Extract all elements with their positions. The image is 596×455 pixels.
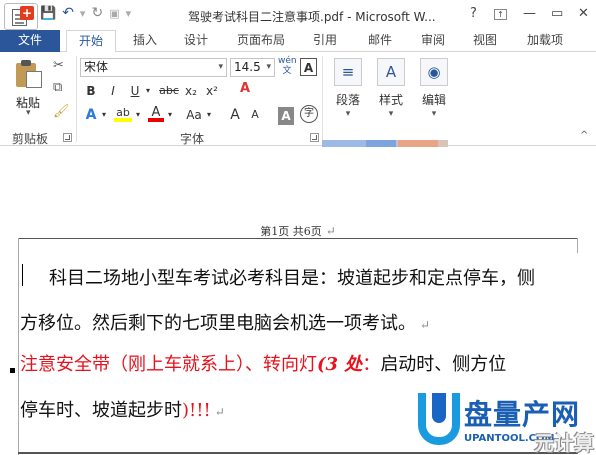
paragraph-label: 段落 bbox=[335, 93, 360, 107]
format-painter-icon[interactable]: 🖌 bbox=[53, 104, 70, 119]
paragraph-icon: ≡ bbox=[334, 58, 362, 86]
tab-home[interactable]: 开始 bbox=[66, 30, 116, 53]
font-name-value: 宋体 bbox=[84, 60, 109, 74]
group-divider bbox=[76, 56, 77, 142]
font-name-select[interactable]: 宋体 ▾ bbox=[80, 58, 227, 77]
paragraph-line-3: 注意安全带（刚上车就系上）、转向灯(3 处：启动时、侧方位 bbox=[20, 354, 507, 375]
binoculars-icon: ◉ bbox=[420, 58, 448, 86]
editing-label: 编辑 bbox=[421, 93, 446, 107]
ribbon-tabs: 文件 开始 插入 设计 页面布局 引用 邮件 审阅 视图 加载项 bbox=[0, 30, 596, 53]
page-header: 第1页 共6页 ↵ bbox=[260, 224, 336, 238]
tab-references[interactable]: 引用 bbox=[303, 30, 347, 52]
superscript-button[interactable]: x² bbox=[204, 82, 220, 100]
clipboard-launcher-icon[interactable] bbox=[63, 133, 72, 142]
tab-view[interactable]: 视图 bbox=[463, 30, 507, 52]
font-size-value: 14.5 bbox=[234, 60, 261, 74]
styles-label: 样式 bbox=[378, 93, 403, 107]
paste-icon bbox=[14, 59, 44, 89]
minimize-icon[interactable]: — bbox=[523, 6, 536, 21]
restore-icon[interactable]: ▭ bbox=[551, 6, 563, 21]
text-cursor bbox=[22, 264, 23, 286]
window-title: 驾驶考试科目二注意事项.pdf - Microsoft W... bbox=[188, 10, 436, 24]
text-effects-button[interactable]: A bbox=[82, 106, 100, 124]
title-bar: + 💾 ↶ ▾ ↻ ▣ ▾ 驾驶考试科目二注意事项.pdf - Microsof… bbox=[0, 0, 596, 30]
bullet-marker bbox=[10, 368, 15, 373]
watermark-corner: 元计算 bbox=[534, 431, 594, 455]
undo-dropdown-icon[interactable]: ▾ bbox=[80, 7, 86, 20]
redo-icon[interactable]: ↻ bbox=[91, 5, 103, 21]
paragraph-line-1: 科目二场地小型车考试必考科目是：坡道起步和定点停车，侧 bbox=[49, 268, 535, 289]
styles-icon: A bbox=[377, 58, 405, 86]
clipboard-group-label: 剪贴板 bbox=[12, 132, 49, 146]
highlight-dropdown-icon[interactable]: ▾ bbox=[134, 106, 142, 124]
font-size-select[interactable]: 14.5 ▾ bbox=[230, 58, 275, 77]
grow-font-button[interactable]: A bbox=[228, 106, 242, 124]
font-group-label: 字体 bbox=[180, 132, 205, 146]
character-shading-button[interactable]: A bbox=[278, 107, 294, 125]
customize-qat-icon[interactable]: ▣ bbox=[109, 7, 119, 20]
watermark-logo: 盘量产网 UPANTOOL.COM 元计算 bbox=[418, 393, 596, 455]
change-case-button[interactable]: Aa bbox=[183, 106, 205, 124]
qat-more-icon[interactable]: ▾ bbox=[126, 7, 132, 20]
tab-addins[interactable]: 加载项 bbox=[516, 30, 574, 52]
phonetic-guide-button[interactable]: wén 文 bbox=[278, 56, 297, 76]
editing-button[interactable]: ◉ 编辑 ▾ bbox=[414, 56, 454, 118]
font-color-button[interactable]: A bbox=[148, 104, 164, 122]
quick-access-toolbar: 💾 ↶ ▾ ↻ ▣ ▾ bbox=[40, 5, 131, 21]
paragraph-line-2: 方移位。然后剩下的七项里电脑会机选一项考试。 ↵ bbox=[20, 313, 431, 334]
tab-insert[interactable]: 插入 bbox=[123, 30, 167, 52]
tab-file[interactable]: 文件 bbox=[0, 30, 60, 52]
enclose-characters-button[interactable]: 字 bbox=[300, 105, 318, 123]
copy-icon[interactable]: ⧉ bbox=[53, 80, 62, 95]
paragraph-line-4: 停车时、坡道起步时)!!! ↵ bbox=[20, 400, 225, 421]
save-icon[interactable]: 💾 bbox=[40, 6, 56, 21]
bold-button[interactable]: B bbox=[84, 82, 98, 100]
paste-dropdown-icon: ▾ bbox=[26, 108, 31, 118]
paragraph-button[interactable]: ≡ 段落 ▾ bbox=[328, 56, 368, 118]
u-logo-icon bbox=[418, 393, 460, 445]
underline-dropdown-icon[interactable]: ▾ bbox=[144, 82, 152, 100]
italic-button[interactable]: I bbox=[106, 82, 120, 100]
highlight-button[interactable]: ab bbox=[114, 104, 132, 122]
subscript-button[interactable]: x₂ bbox=[183, 82, 199, 100]
character-border-button[interactable]: A bbox=[300, 58, 317, 76]
chevron-down-icon: ▾ bbox=[388, 108, 394, 118]
cut-icon[interactable]: ✂ bbox=[53, 58, 64, 73]
help-icon[interactable]: ? bbox=[470, 6, 477, 21]
chevron-down-icon: ▾ bbox=[345, 108, 351, 118]
tab-review[interactable]: 审阅 bbox=[411, 30, 455, 52]
text-effects-dropdown-icon[interactable]: ▾ bbox=[100, 106, 108, 124]
underline-button[interactable]: U bbox=[128, 82, 142, 100]
chevron-down-icon: ▾ bbox=[266, 62, 271, 72]
shrink-font-button[interactable]: A bbox=[248, 106, 262, 124]
change-case-dropdown-icon[interactable]: ▾ bbox=[205, 106, 213, 124]
paragraph-mark: ↵ bbox=[325, 224, 336, 238]
page-edge-right bbox=[577, 238, 578, 253]
tab-design[interactable]: 设计 bbox=[174, 30, 218, 52]
undo-icon[interactable]: ↶ bbox=[62, 5, 74, 21]
styles-button[interactable]: A 样式 ▾ bbox=[371, 56, 411, 118]
page-edge-left bbox=[18, 238, 19, 455]
chevron-down-icon: ▾ bbox=[218, 62, 223, 72]
tab-page-layout[interactable]: 页面布局 bbox=[228, 30, 294, 52]
chevron-down-icon: ▾ bbox=[431, 108, 437, 118]
header-rule bbox=[18, 238, 578, 239]
close-icon[interactable]: ✕ bbox=[578, 6, 589, 21]
strikethrough-button[interactable]: abc bbox=[158, 82, 180, 100]
ribbon-display-options-icon[interactable]: ↑ bbox=[494, 9, 507, 20]
clear-formatting-button[interactable]: A bbox=[236, 80, 254, 98]
tab-mailings[interactable]: 邮件 bbox=[358, 30, 402, 52]
app-logo-icon[interactable]: + bbox=[4, 3, 38, 30]
font-color-dropdown-icon[interactable]: ▾ bbox=[166, 106, 174, 124]
